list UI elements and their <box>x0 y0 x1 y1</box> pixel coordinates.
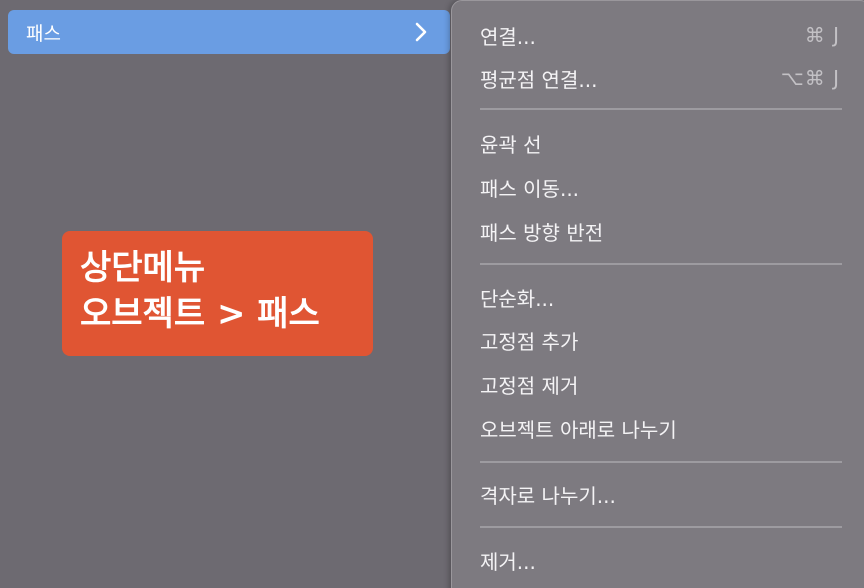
menu-item-path[interactable]: 패스 <box>8 10 450 54</box>
menu-item-average[interactable]: 평균점 연결... ⌥⌘ J <box>480 60 840 96</box>
menu-item-outline-stroke-label: 윤곽 선 <box>480 132 542 157</box>
menu-item-join[interactable]: 연결... ⌘ J <box>480 17 840 53</box>
menu-item-split-into-grid-label: 격자로 나누기... <box>480 483 616 508</box>
menu-item-split-into-grid[interactable]: 격자로 나누기... <box>480 476 840 512</box>
menu-item-join-label: 연결... <box>480 24 536 49</box>
separator <box>480 526 842 528</box>
menu-item-simplify[interactable]: 단순화... <box>480 279 840 315</box>
menu-item-reverse-direction[interactable]: 패스 방향 반전 <box>480 213 840 249</box>
menu-item-reverse-direction-label: 패스 방향 반전 <box>480 220 604 245</box>
shortcut-join: ⌘ J <box>804 23 840 47</box>
menu-item-outline-stroke[interactable]: 윤곽 선 <box>480 125 840 161</box>
menu-item-add-anchor-label: 고정점 추가 <box>480 329 579 354</box>
menu-item-simplify-label: 단순화... <box>480 286 555 311</box>
separator <box>480 263 842 265</box>
menu-item-path-label: 패스 <box>26 22 61 45</box>
separator <box>480 461 842 463</box>
callout-line-2: 오브젝트 > 패스 <box>80 294 320 334</box>
menu-item-clean-up-label: 제거... <box>480 549 536 574</box>
menu-item-remove-anchor-label: 고정점 제거 <box>480 373 579 398</box>
menu-item-add-anchor[interactable]: 고정점 추가 <box>480 322 840 358</box>
path-submenu: 연결... ⌘ J 평균점 연결... ⌥⌘ J 윤곽 선 패스 이동... 패… <box>451 0 864 588</box>
menu-item-average-label: 평균점 연결... <box>480 67 598 92</box>
screen: 패스 상단메뉴 오브젝트 > 패스 연결... ⌘ J 평균점 연결... ⌥⌘… <box>0 0 864 588</box>
annotation-callout: 상단메뉴 오브젝트 > 패스 <box>62 231 373 356</box>
menu-item-divide-objects-below-label: 오브젝트 아래로 나누기 <box>480 417 677 442</box>
menu-item-divide-objects-below[interactable]: 오브젝트 아래로 나누기 <box>480 410 840 446</box>
chevron-right-icon <box>408 19 434 45</box>
menu-item-remove-anchor[interactable]: 고정점 제거 <box>480 366 840 402</box>
menu-item-offset-path[interactable]: 패스 이동... <box>480 169 840 205</box>
separator <box>480 108 842 110</box>
menu-item-clean-up[interactable]: 제거... <box>480 542 840 578</box>
menu-item-offset-path-label: 패스 이동... <box>480 176 580 201</box>
shortcut-average: ⌥⌘ J <box>780 66 840 90</box>
callout-line-1: 상단메뉴 <box>80 248 206 288</box>
